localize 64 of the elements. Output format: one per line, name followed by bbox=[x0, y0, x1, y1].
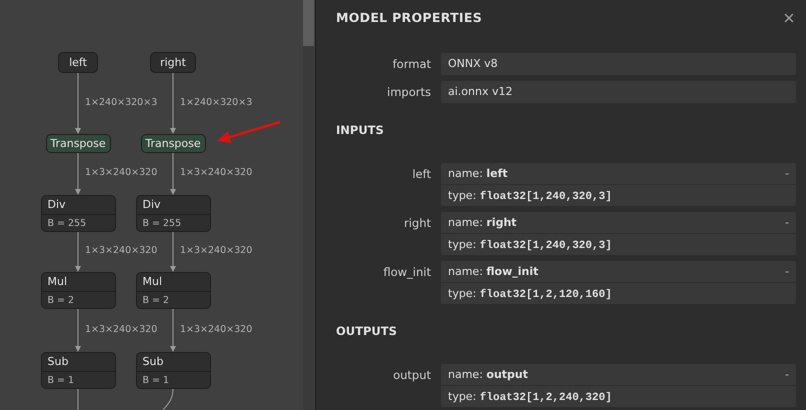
node-title: Sub bbox=[42, 353, 114, 372]
edge-arrow bbox=[75, 152, 81, 195]
edge-label: 1×240×320×3 bbox=[180, 96, 252, 108]
node-title: Mul bbox=[42, 273, 114, 292]
argument-label: left bbox=[411, 166, 432, 183]
scrollbar[interactable] bbox=[303, 0, 314, 410]
edge-label: 1×3×240×320 bbox=[180, 324, 252, 334]
edge-label: 1×3×240×320 bbox=[85, 245, 158, 256]
argument-name: name: right bbox=[448, 215, 517, 231]
node-attribute: B = 1 bbox=[142, 374, 170, 388]
edge-arrow bbox=[170, 232, 176, 272]
graph-node[interactable]: Sub B = 1 bbox=[136, 352, 210, 389]
edge-label: 1×3×240×320 bbox=[180, 167, 252, 178]
layer-node[interactable]: Transpose bbox=[140, 134, 206, 153]
argument-label: flow_init bbox=[382, 264, 432, 281]
property-value: ai.onnx v12 bbox=[441, 81, 796, 103]
argument-name: name: output bbox=[448, 367, 528, 383]
edge-label: 1×3×240×320 bbox=[180, 245, 252, 256]
expand-toggle[interactable]: - bbox=[785, 261, 789, 282]
edge-arrow bbox=[75, 72, 81, 134]
argument-label: output bbox=[392, 367, 432, 384]
section-heading: INPUTS bbox=[336, 123, 385, 137]
expand-toggle[interactable]: - bbox=[785, 163, 789, 184]
node-attribute: B = 1 bbox=[46, 374, 76, 388]
layer-node[interactable]: Transpose bbox=[46, 134, 110, 153]
graph-node[interactable]: Div B = 255 bbox=[136, 195, 210, 232]
edge-label: 1×240×320×3 bbox=[85, 96, 158, 108]
edge-label: 1×3×240×320 bbox=[85, 167, 158, 178]
property-label: format bbox=[392, 56, 432, 73]
pointer-arrow bbox=[218, 120, 280, 144]
panel-title: MODEL PROPERTIES bbox=[336, 10, 482, 25]
edge-line bbox=[162, 388, 174, 410]
graph-node[interactable]: Sub B = 1 bbox=[40, 352, 116, 389]
node-attribute: B = 255 bbox=[46, 217, 88, 231]
node-attribute: B = 2 bbox=[142, 294, 170, 308]
argument-type: type: float32[1,2,120,160] bbox=[448, 286, 612, 303]
edge-arrow bbox=[170, 308, 176, 352]
argument-label: right bbox=[402, 215, 432, 232]
argument-type: type: float32[1,2,240,320] bbox=[448, 389, 612, 406]
edge-label: 1×3×240×320 bbox=[85, 324, 158, 334]
argument-type: type: float32[1,240,320,3] bbox=[448, 188, 612, 205]
property-label: imports bbox=[386, 84, 432, 101]
edge-arrow bbox=[170, 72, 176, 134]
section-heading: OUTPUTS bbox=[336, 324, 398, 338]
edge-arrow bbox=[170, 152, 176, 195]
edge-arrow bbox=[75, 308, 81, 352]
graph-node[interactable]: Div B = 255 bbox=[40, 195, 116, 232]
argument-type: type: float32[1,240,320,3] bbox=[448, 237, 612, 254]
argument-name: name: left bbox=[448, 166, 508, 182]
graph-node[interactable]: Mul B = 2 bbox=[136, 272, 210, 309]
argument-name: name: flow_init bbox=[448, 264, 538, 280]
edge-arrow bbox=[75, 232, 81, 272]
expand-toggle[interactable]: - bbox=[785, 364, 789, 385]
graph-node[interactable]: Mul B = 2 bbox=[40, 272, 116, 309]
input-node[interactable]: left bbox=[58, 52, 98, 73]
node-title: Div bbox=[136, 196, 210, 215]
node-attribute: B = 2 bbox=[46, 294, 76, 308]
input-node[interactable]: right bbox=[150, 52, 196, 73]
node-attribute: B = 255 bbox=[142, 217, 182, 231]
node-title: Div bbox=[42, 196, 114, 215]
node-title: Sub bbox=[136, 353, 210, 372]
expand-toggle[interactable]: - bbox=[785, 212, 789, 233]
property-value: ONNX v8 bbox=[441, 53, 796, 75]
node-title: Mul bbox=[136, 273, 210, 292]
